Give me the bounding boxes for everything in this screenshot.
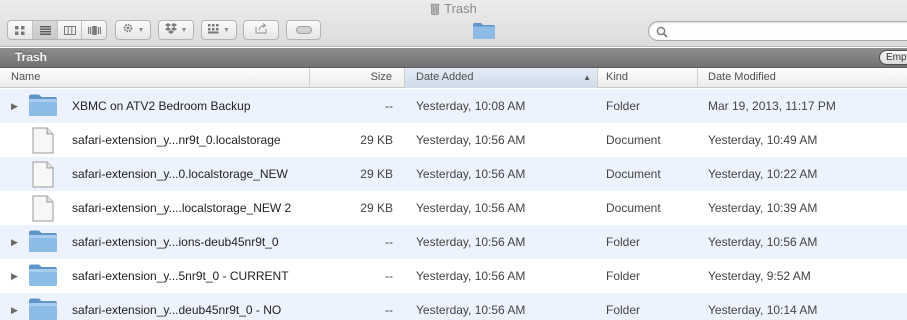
file-list: ▶ XBMC on ATV2 Bedroom Backup -- Yesterday,… [0, 89, 907, 320]
dropbox-icon [164, 21, 177, 39]
row-kind: Folder [606, 269, 641, 283]
row-size: -- [385, 99, 393, 113]
disclosure-triangle-icon[interactable]: ▶ [11, 225, 18, 259]
column-header-date-modified[interactable]: Date Modified [698, 68, 907, 88]
column-view-icon[interactable] [58, 21, 82, 39]
row-date-modified: Yesterday, 10:39 AM [708, 201, 818, 215]
row-name: safari-extension_y...5nr9t_0 - CURRENT [72, 269, 289, 283]
sort-ascending-icon: ▲ [583, 73, 591, 82]
icon-view-icon[interactable] [8, 21, 33, 39]
tag-icon [295, 21, 312, 39]
row-name: safari-extension_y....localstorage_NEW 2 [72, 201, 292, 215]
document-icon [32, 127, 54, 157]
table-row[interactable]: ▶ safari-extension_y...deub45nr9t_0 - NO -… [0, 293, 907, 320]
disclosure-triangle-icon[interactable]: ▶ [11, 259, 18, 293]
row-size: -- [385, 303, 393, 317]
row-date-modified: Mar 19, 2013, 11:17 PM [708, 99, 836, 113]
row-date-added: Yesterday, 10:56 AM [416, 235, 526, 249]
row-kind: Document [606, 201, 661, 215]
row-size: 29 KB [360, 201, 393, 215]
row-date-added: Yesterday, 10:56 AM [416, 133, 526, 147]
row-date-added: Yesterday, 10:56 AM [416, 167, 526, 181]
arrange-grid-icon [208, 21, 219, 39]
table-row[interactable]: ▶ safari-extension_y...ions-deub45nr9t_0 -… [0, 225, 907, 259]
table-row[interactable]: ▶ safari-extension_y...5nr9t_0 - CURRENT -… [0, 259, 907, 293]
tags-button[interactable] [286, 20, 321, 40]
search-icon [656, 25, 668, 43]
chevron-down-icon: ▼ [223, 26, 230, 34]
disclosure-triangle-icon[interactable]: ▶ [11, 89, 18, 123]
trash-icon [430, 3, 440, 19]
row-kind: Folder [606, 235, 641, 249]
row-date-added: Yesterday, 10:08 AM [416, 99, 526, 113]
window-title-text: Trash [444, 1, 477, 16]
row-name: safari-extension_y...nr9t_0.localstorage [72, 133, 281, 147]
gear-icon [122, 21, 134, 39]
window-title: Trash [0, 1, 907, 19]
row-size: 29 KB [360, 133, 393, 147]
row-date-modified: Yesterday, 10:49 AM [708, 133, 818, 147]
document-icon [32, 195, 54, 225]
row-date-modified: Yesterday, 10:22 AM [708, 167, 818, 181]
row-kind: Document [606, 133, 661, 147]
document-icon [32, 161, 54, 191]
row-date-modified: Yesterday, 10:14 AM [708, 303, 818, 317]
column-header: Name Size Date Added ▲ Kind Date Modifie… [0, 68, 907, 88]
row-size: 29 KB [360, 167, 393, 181]
row-name: safari-extension_y...deub45nr9t_0 - NO [72, 303, 282, 317]
row-kind: Folder [606, 99, 641, 113]
empty-trash-button[interactable]: Empty [879, 50, 907, 65]
row-date-modified: Yesterday, 9:52 AM [708, 269, 811, 283]
search-field[interactable] [648, 21, 907, 41]
arrange-menu-button[interactable]: ▼ [201, 20, 237, 40]
folder-icon [28, 263, 58, 290]
table-row[interactable]: ▶ XBMC on ATV2 Bedroom Backup -- Yesterday,… [0, 89, 907, 123]
share-button[interactable] [243, 20, 279, 40]
path-bar: Trash Empty [0, 48, 907, 68]
path-bar-title: Trash [15, 50, 48, 64]
column-header-date-added[interactable]: Date Added ▲ [405, 68, 598, 88]
disclosure-triangle-icon[interactable]: ▶ [11, 293, 18, 320]
row-name: safari-extension_y...0.localstorage_NEW [72, 167, 288, 181]
chevron-down-icon: ▼ [137, 26, 145, 34]
folder-proxy-icon[interactable] [472, 22, 496, 45]
column-header-name[interactable]: Name [0, 68, 310, 88]
row-name: safari-extension_y...ions-deub45nr9t_0 [72, 235, 279, 249]
table-row[interactable]: safari-extension_y...nr9t_0.localstorage… [0, 123, 907, 157]
row-kind: Folder [606, 303, 641, 317]
view-mode-control[interactable] [7, 20, 107, 40]
row-size: -- [385, 269, 393, 283]
folder-icon [28, 297, 58, 320]
row-name: XBMC on ATV2 Bedroom Backup [72, 99, 251, 113]
column-header-date-added-label: Date Added [416, 71, 474, 83]
folder-icon [28, 229, 58, 256]
row-date-modified: Yesterday, 10:56 AM [708, 235, 818, 249]
action-menu-button[interactable]: ▼ [115, 20, 151, 40]
dropbox-menu-button[interactable]: ▼ [158, 20, 194, 40]
row-date-added: Yesterday, 10:56 AM [416, 269, 526, 283]
table-row[interactable]: safari-extension_y....localstorage_NEW 2… [0, 191, 907, 225]
list-view-icon[interactable] [33, 21, 58, 39]
folder-icon [28, 93, 58, 120]
share-icon [254, 21, 268, 39]
column-header-size[interactable]: Size [310, 68, 405, 88]
row-size: -- [385, 235, 393, 249]
cover-flow-icon[interactable] [82, 21, 106, 39]
title-toolbar: Trash ▼ ▼ ▼ [0, 0, 907, 47]
table-row[interactable]: safari-extension_y...0.localstorage_NEW 2… [0, 157, 907, 191]
row-date-added: Yesterday, 10:56 AM [416, 201, 526, 215]
row-kind: Document [606, 167, 661, 181]
row-date-added: Yesterday, 10:56 AM [416, 303, 526, 317]
chevron-down-icon: ▼ [180, 26, 188, 34]
column-header-kind[interactable]: Kind [598, 68, 698, 88]
